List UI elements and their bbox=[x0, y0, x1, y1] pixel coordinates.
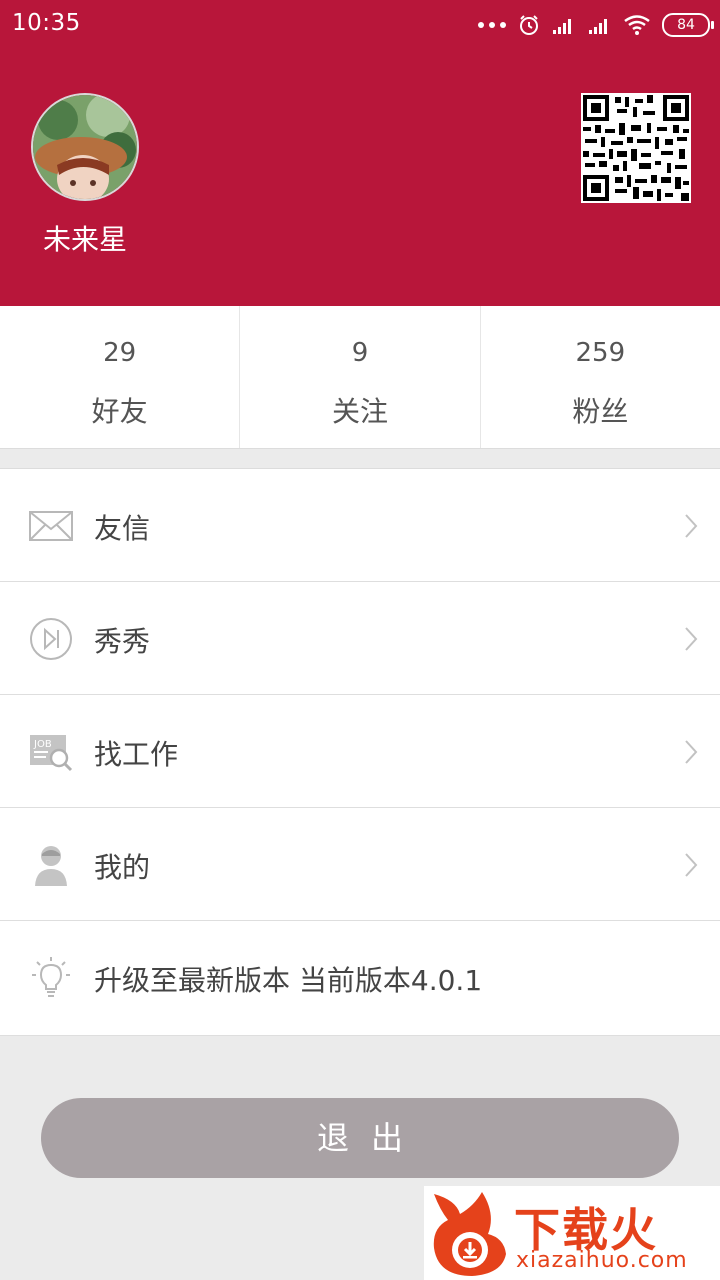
menu-item-mine[interactable]: 我的 bbox=[0, 808, 720, 921]
menu-list: 友信 秀秀 JOB 找工作 我的 升级至最新版本 当前版本4.0.1 bbox=[0, 468, 720, 1036]
battery-icon: 84 bbox=[662, 13, 714, 37]
signal-icon bbox=[553, 19, 571, 34]
more-dots-icon bbox=[478, 22, 506, 28]
stat-fans-value: 259 bbox=[575, 338, 626, 368]
menu-label-jobs: 找工作 bbox=[94, 738, 179, 771]
stat-following-label: 关注 bbox=[331, 395, 388, 428]
fire-logo-icon bbox=[433, 1192, 506, 1276]
menu-item-upgrade[interactable]: 升级至最新版本 当前版本4.0.1 bbox=[0, 921, 720, 1036]
menu-item-show[interactable]: 秀秀 bbox=[0, 582, 720, 695]
menu-label-upgrade: 升级至最新版本 当前版本4.0.1 bbox=[94, 964, 483, 997]
lightbulb-icon bbox=[32, 957, 70, 997]
signal-icon bbox=[589, 19, 607, 34]
alarm-icon bbox=[520, 15, 538, 35]
chevron-right-icon bbox=[685, 627, 698, 651]
stat-friends-label: 好友 bbox=[91, 395, 148, 428]
chevron-right-icon bbox=[685, 740, 698, 764]
username: 未来星 bbox=[42, 223, 127, 256]
menu-label-messages: 友信 bbox=[94, 512, 151, 545]
stat-fans[interactable]: 259 粉丝 bbox=[481, 306, 720, 448]
stat-friends[interactable]: 29 好友 bbox=[0, 306, 241, 448]
stat-fans-label: 粉丝 bbox=[572, 395, 629, 428]
menu-item-messages[interactable]: 友信 bbox=[0, 469, 720, 582]
avatar[interactable] bbox=[31, 93, 139, 201]
stat-following[interactable]: 9 关注 bbox=[240, 306, 481, 448]
stat-friends-value: 29 bbox=[103, 338, 137, 368]
play-next-icon bbox=[30, 618, 72, 660]
qr-code-icon[interactable] bbox=[581, 93, 691, 203]
menu-label-mine: 我的 bbox=[94, 851, 151, 884]
user-icon bbox=[35, 846, 67, 886]
chevron-right-icon bbox=[685, 514, 698, 538]
chevron-right-icon bbox=[685, 853, 698, 877]
watermark-url: xiazaihuo.com bbox=[516, 1248, 688, 1273]
status-time: 10:35 bbox=[12, 10, 81, 36]
profile-header: 10:35 84 未来星 bbox=[0, 0, 720, 306]
menu-item-jobs[interactable]: JOB 找工作 bbox=[0, 695, 720, 808]
wifi-icon bbox=[624, 15, 650, 35]
stat-following-value: 9 bbox=[351, 338, 369, 368]
job-search-icon: JOB bbox=[30, 735, 73, 772]
status-bar: 10:35 84 bbox=[0, 0, 720, 50]
logout-button[interactable]: 退出 bbox=[41, 1098, 679, 1178]
svg-text:JOB: JOB bbox=[33, 739, 52, 750]
stats-bar: 29 好友 9 关注 259 粉丝 bbox=[0, 306, 720, 449]
watermark: 下载火 xiazaihuo.com bbox=[424, 1186, 720, 1280]
menu-label-show: 秀秀 bbox=[94, 625, 151, 658]
status-icons: 84 bbox=[478, 12, 714, 38]
envelope-icon bbox=[29, 511, 73, 541]
